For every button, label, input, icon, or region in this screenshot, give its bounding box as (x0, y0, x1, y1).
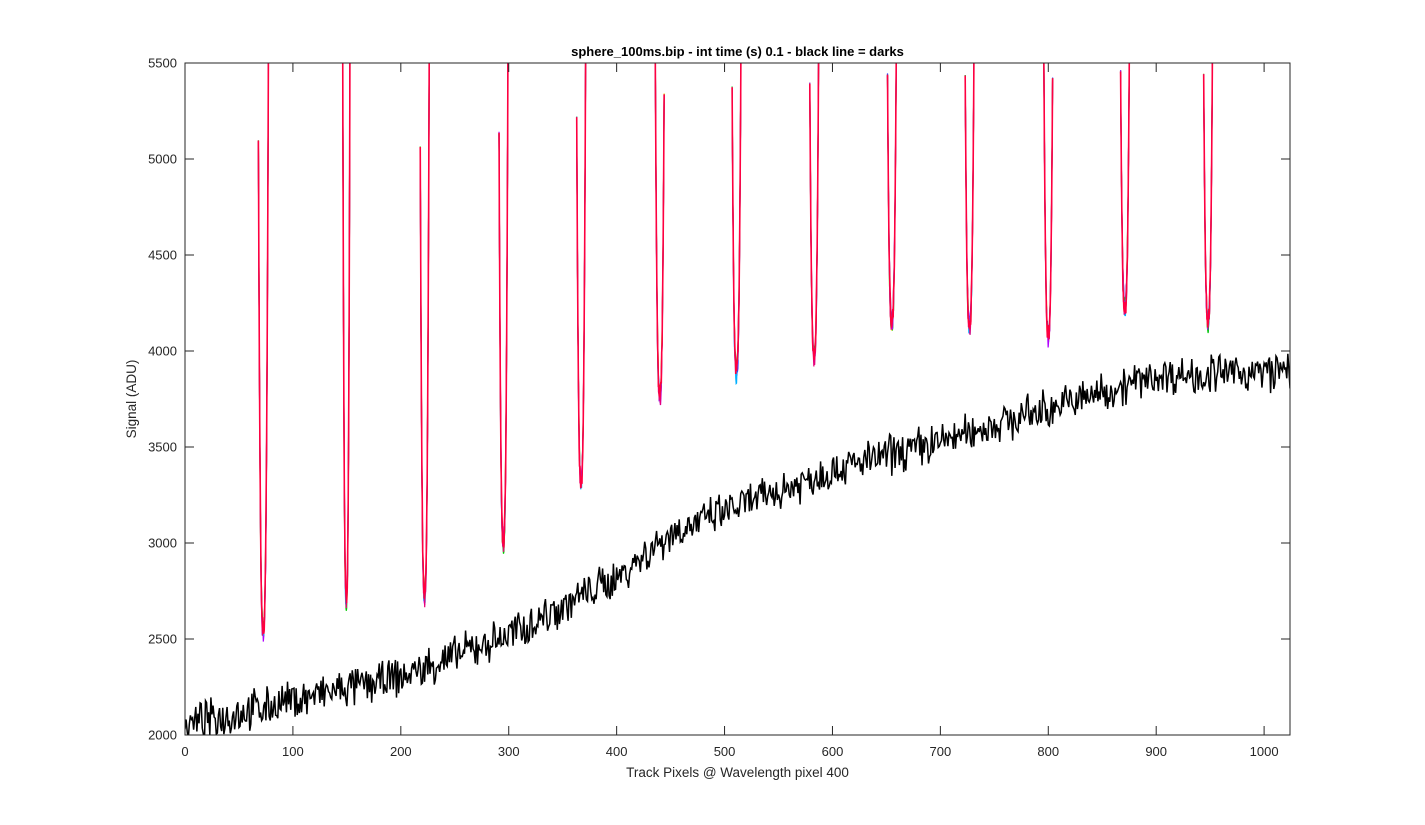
y-axis-title: Signal (ADU) (124, 360, 139, 439)
y-tick-label: 2000 (148, 728, 177, 743)
x-tick-label: 900 (1145, 744, 1167, 759)
y-tick-label: 2500 (148, 632, 177, 647)
y-tick-label: 5500 (148, 56, 177, 71)
x-tick-label: 100 (282, 744, 304, 759)
y-tick-label: 3500 (148, 440, 177, 455)
y-tick-label: 3000 (148, 536, 177, 551)
x-tick-label: 400 (606, 744, 628, 759)
y-tick-label: 4500 (148, 248, 177, 263)
plot-area (185, 63, 1290, 735)
x-tick-label: 500 (714, 744, 736, 759)
x-tick-label: 0 (181, 744, 188, 759)
x-tick-label: 800 (1037, 744, 1059, 759)
x-tick-label: 700 (930, 744, 952, 759)
x-tick-label: 1000 (1250, 744, 1279, 759)
y-tick-label: 5000 (148, 152, 177, 167)
x-axis-title: Track Pixels @ Wavelength pixel 400 (626, 765, 849, 780)
x-tick-label: 300 (498, 744, 520, 759)
x-tick-label: 200 (390, 744, 412, 759)
chart-title: sphere_100ms.bip - int time (s) 0.1 - bl… (571, 44, 904, 59)
y-tick-label: 4000 (148, 344, 177, 359)
x-tick-label: 600 (822, 744, 844, 759)
figure: sphere_100ms.bip - int time (s) 0.1 - bl… (0, 0, 1425, 825)
